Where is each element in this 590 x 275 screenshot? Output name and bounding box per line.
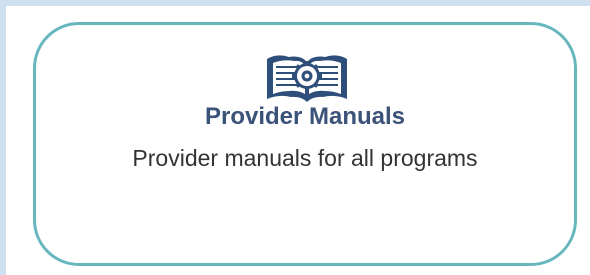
card-description: Provider manuals for all programs xyxy=(132,145,478,171)
open-book-gear-icon xyxy=(266,55,348,102)
content-panel: Provider Manuals Provider manuals for al… xyxy=(6,6,590,275)
page: Provider Manuals Provider manuals for al… xyxy=(0,0,590,275)
provider-manuals-card[interactable]: Provider Manuals Provider manuals for al… xyxy=(33,22,577,266)
card-title[interactable]: Provider Manuals xyxy=(36,101,574,133)
